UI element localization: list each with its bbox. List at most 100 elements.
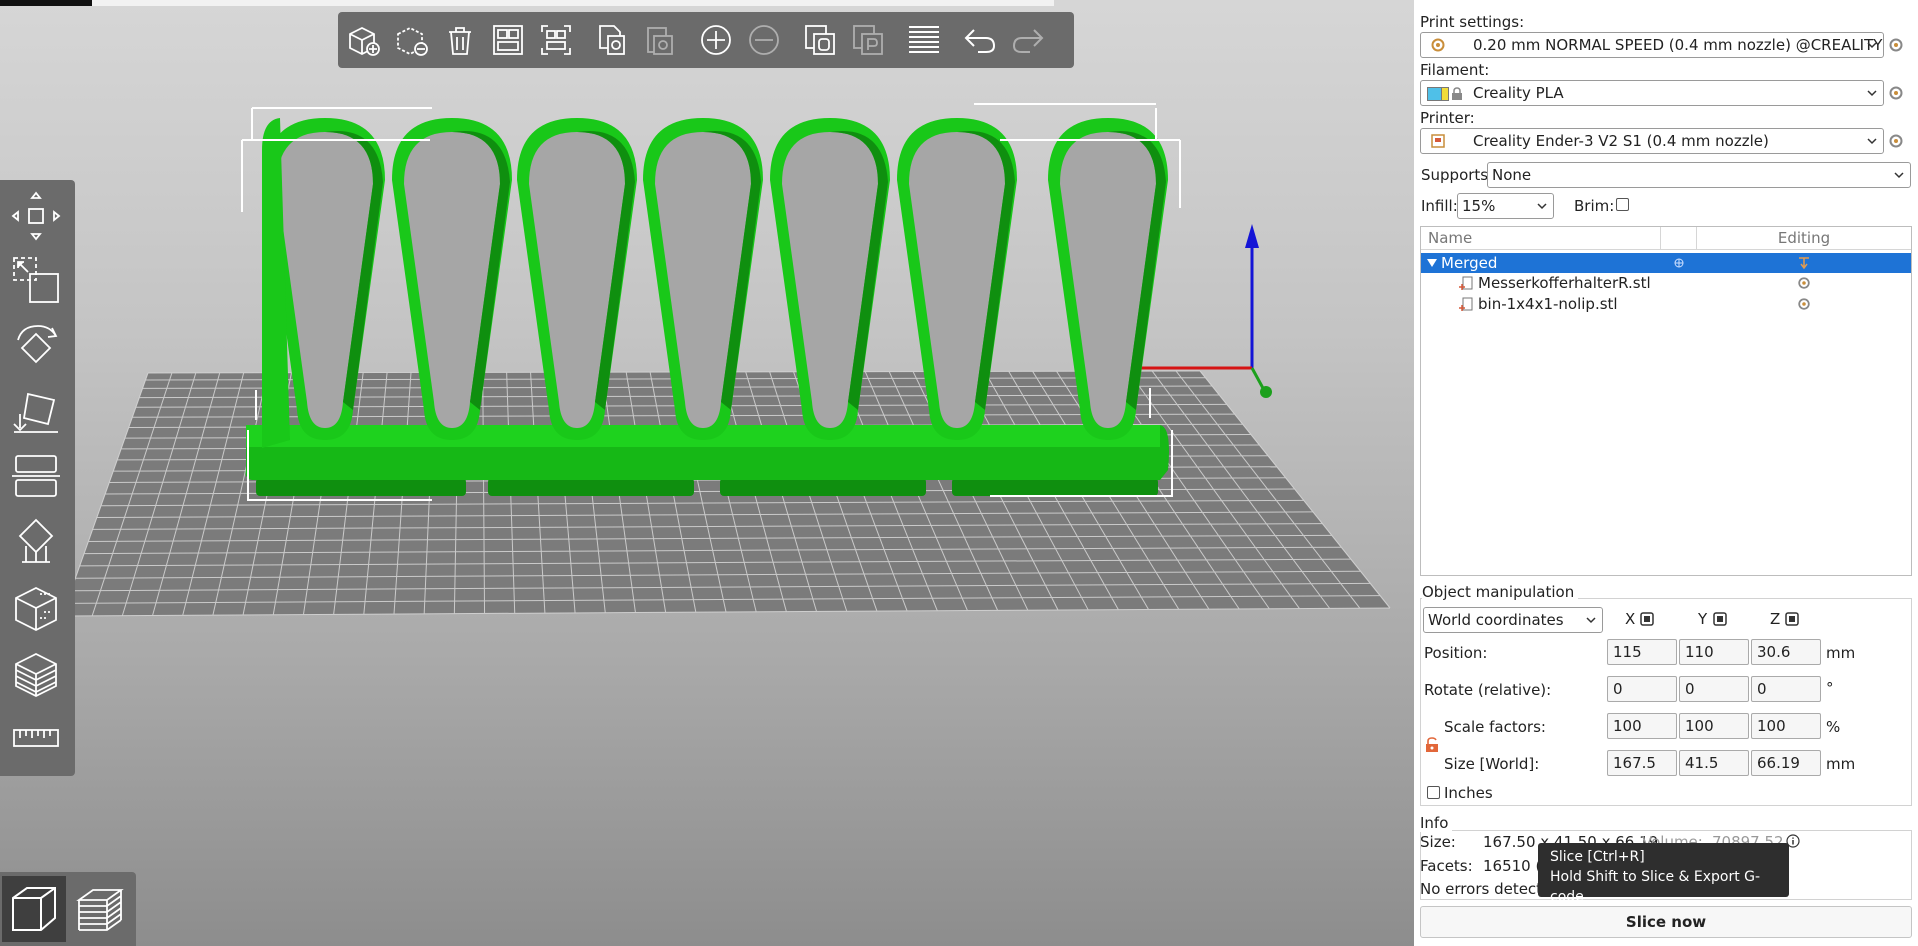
move-icon[interactable] bbox=[8, 188, 64, 244]
list-item-label: MesserkofferhalterR.stl bbox=[1478, 274, 1651, 292]
scale-z-input[interactable]: 100 bbox=[1751, 713, 1821, 739]
drop-to-bed-icon[interactable] bbox=[1640, 612, 1654, 626]
position-label: Position: bbox=[1424, 644, 1488, 662]
object-manipulation-title: Object manipulation bbox=[1422, 583, 1579, 601]
print-settings-gear-icon[interactable] bbox=[1888, 37, 1904, 53]
inches-checkbox[interactable] bbox=[1427, 786, 1440, 799]
print-settings-label: Print settings: bbox=[1420, 13, 1525, 31]
selected-model[interactable] bbox=[245, 118, 1170, 496]
measure-icon[interactable] bbox=[8, 710, 64, 766]
column-header-extra[interactable] bbox=[1661, 227, 1697, 249]
brim-checkbox[interactable] bbox=[1616, 198, 1629, 211]
gear-icon bbox=[1431, 38, 1445, 52]
split-parts-icon[interactable] bbox=[848, 20, 888, 60]
lock-icon bbox=[1452, 87, 1462, 100]
expand-triangle-icon[interactable] bbox=[1427, 259, 1437, 267]
column-header-name[interactable]: Name bbox=[1421, 227, 1661, 249]
list-item-label: Merged bbox=[1441, 254, 1498, 272]
size-y-input[interactable]: 41.5 bbox=[1679, 750, 1749, 776]
column-header-editing[interactable]: Editing bbox=[1697, 227, 1911, 249]
cut-icon[interactable] bbox=[8, 448, 64, 504]
inches-label: Inches bbox=[1444, 784, 1493, 802]
remove-instance-icon[interactable] bbox=[744, 20, 784, 60]
filament-gear-icon[interactable] bbox=[1888, 85, 1904, 101]
split-objects-icon[interactable] bbox=[800, 20, 840, 60]
info-facets-label: Facets: bbox=[1420, 857, 1473, 875]
top-toolbar bbox=[338, 12, 1074, 68]
size-z-input[interactable]: 66.19 bbox=[1751, 750, 1821, 776]
3d-viewport[interactable] bbox=[0, 0, 1414, 946]
place-on-face-icon[interactable] bbox=[8, 384, 64, 440]
axis-y-label: Y bbox=[1698, 610, 1708, 628]
supports-value: None bbox=[1492, 166, 1532, 184]
object-list[interactable]: Name Editing Merged MesserkofferhalterR.… bbox=[1420, 226, 1912, 576]
chevron-down-icon bbox=[1537, 203, 1547, 210]
size-x-input[interactable]: 167.5 bbox=[1607, 750, 1677, 776]
preview-icon[interactable] bbox=[68, 876, 132, 942]
infill-select[interactable]: 15% bbox=[1457, 193, 1554, 219]
size-label: Size [World]: bbox=[1444, 755, 1540, 773]
tooltip-line-1: Slice [Ctrl+R] bbox=[1550, 849, 1645, 865]
position-x-input[interactable]: 115 bbox=[1607, 639, 1677, 665]
infill-value: 15% bbox=[1462, 197, 1496, 215]
plater-scene[interactable] bbox=[0, 0, 1414, 946]
supports-label: Supports: bbox=[1421, 166, 1494, 184]
axis-x-label: X bbox=[1625, 610, 1636, 628]
position-z-input[interactable]: 30.6 bbox=[1751, 639, 1821, 665]
view-toggle bbox=[0, 872, 136, 946]
add-icon[interactable] bbox=[344, 20, 384, 60]
printer-value: Creality Ender-3 V2 S1 (0.4 mm nozzle) bbox=[1473, 132, 1769, 150]
scale-x-input[interactable]: 100 bbox=[1607, 713, 1677, 739]
drop-to-bed-icon[interactable] bbox=[1785, 612, 1799, 626]
drop-to-bed-icon[interactable] bbox=[1713, 612, 1727, 626]
gear-icon[interactable] bbox=[1797, 276, 1811, 290]
filament-select[interactable]: Creality PLA bbox=[1420, 80, 1884, 106]
chevron-down-icon bbox=[1867, 90, 1877, 97]
layers-editing-icon[interactable] bbox=[904, 20, 944, 60]
coordinate-system-select[interactable]: World coordinates bbox=[1423, 607, 1603, 633]
printer-select[interactable]: Creality Ender-3 V2 S1 (0.4 mm nozzle) bbox=[1420, 128, 1884, 154]
rotate-y-input[interactable]: 0 bbox=[1679, 676, 1749, 702]
gear-icon[interactable] bbox=[1797, 297, 1811, 311]
rotate-x-input[interactable]: 0 bbox=[1607, 676, 1677, 702]
delete-icon[interactable] bbox=[392, 20, 432, 60]
position-y-input[interactable]: 110 bbox=[1679, 639, 1749, 665]
slice-now-button[interactable]: Slice now bbox=[1420, 906, 1912, 938]
list-item-part[interactable]: bin-1x4x1-nolip.stl bbox=[1421, 294, 1911, 314]
printer-label: Printer: bbox=[1420, 109, 1475, 127]
paste-icon[interactable] bbox=[640, 20, 680, 60]
add-instance-icon[interactable] bbox=[696, 20, 736, 60]
list-item-part[interactable]: MesserkofferhalterR.stl bbox=[1421, 273, 1911, 293]
rotate-z-input[interactable]: 0 bbox=[1751, 676, 1821, 702]
unlock-icon[interactable] bbox=[1425, 737, 1439, 753]
redo-icon[interactable] bbox=[1008, 20, 1048, 60]
chevron-down-icon bbox=[1894, 172, 1904, 179]
supports-select[interactable]: None bbox=[1487, 162, 1911, 188]
brim-label: Brim: bbox=[1574, 197, 1615, 215]
variable-layer-icon[interactable] bbox=[8, 646, 64, 702]
arrange-selection-icon[interactable] bbox=[536, 20, 576, 60]
filament-color-swatch bbox=[1441, 87, 1449, 101]
scale-unit: % bbox=[1826, 718, 1841, 736]
support-paint-icon[interactable] bbox=[8, 514, 64, 570]
seam-paint-icon[interactable] bbox=[8, 580, 64, 636]
position-unit: mm bbox=[1826, 644, 1856, 662]
info-size-label: Size: bbox=[1420, 833, 1456, 851]
edit-settings-icon[interactable] bbox=[1797, 256, 1811, 270]
print-settings-select[interactable]: 0.20 mm NORMAL SPEED (0.4 mm nozzle) @CR… bbox=[1420, 32, 1884, 58]
copy-icon[interactable] bbox=[592, 20, 632, 60]
rotate-unit: ° bbox=[1826, 679, 1834, 697]
filament-value: Creality PLA bbox=[1473, 84, 1564, 102]
printer-gear-icon[interactable] bbox=[1888, 133, 1904, 149]
arrange-icon[interactable] bbox=[488, 20, 528, 60]
undo-icon[interactable] bbox=[960, 20, 1000, 60]
rotate-icon[interactable] bbox=[8, 318, 64, 374]
coordinate-system-value: World coordinates bbox=[1428, 611, 1564, 629]
scale-y-input[interactable]: 100 bbox=[1679, 713, 1749, 739]
scale-icon[interactable] bbox=[8, 252, 64, 308]
delete-all-icon[interactable] bbox=[440, 20, 480, 60]
3d-view-icon[interactable] bbox=[2, 876, 66, 942]
list-item-merged[interactable]: Merged bbox=[1421, 253, 1911, 273]
header-divider bbox=[1421, 249, 1911, 250]
chevron-down-icon bbox=[1867, 42, 1877, 49]
